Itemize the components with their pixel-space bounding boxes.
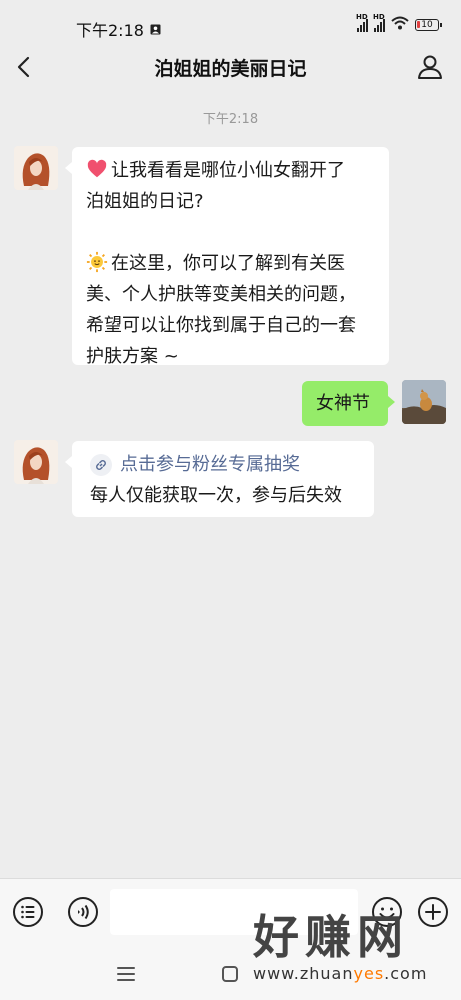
voice-icon: [68, 897, 98, 927]
message-spacer: [86, 217, 375, 248]
message-line: 每人仅能获取一次，参与后失效: [90, 485, 342, 506]
sun-icon: [86, 251, 108, 273]
input-bar: [0, 878, 461, 947]
status-time-group: 下午2:18: [76, 17, 161, 41]
wifi-icon: [391, 16, 409, 33]
emoji-icon: [372, 897, 402, 927]
more-button[interactable]: [417, 896, 449, 928]
lottery-link[interactable]: 点击参与粉丝专属抽奖: [90, 449, 360, 480]
message-text: 女神节: [316, 393, 370, 414]
recents-icon: [117, 967, 135, 981]
message-input[interactable]: [110, 889, 358, 935]
menu-button[interactable]: [12, 896, 44, 928]
status-time: 下午2:18: [76, 21, 144, 40]
recents-button[interactable]: [112, 960, 140, 988]
voice-button[interactable]: [67, 896, 99, 928]
profile-button[interactable]: [415, 52, 445, 82]
message-line: 泊姐姐的日记?: [86, 191, 204, 212]
message-line: 希望可以让你找到属于自己的一套: [86, 315, 356, 336]
message-line: 护肤方案 ~: [86, 346, 179, 367]
user-icon: [418, 55, 442, 79]
message-bubble-1[interactable]: 让我看看是哪位小仙女翻开了 泊姐姐的日记? 在这里，你可以了解到有关医 美、个人…: [65, 147, 389, 367]
notification-icon: [150, 20, 161, 39]
title-bar: 泊姐姐的美丽日记: [0, 44, 461, 90]
chat-timestamp: 下午2:18: [202, 112, 259, 127]
home-button[interactable]: [216, 960, 244, 988]
avatar[interactable]: [14, 440, 58, 484]
signal-1-icon: HD: [356, 13, 368, 32]
self-avatar[interactable]: [402, 380, 446, 424]
menu-icon: [13, 897, 43, 927]
link-text: 点击参与粉丝专属抽奖: [120, 454, 300, 475]
battery-level: 10: [421, 19, 433, 30]
status-icons: HD HD 10: [356, 13, 442, 33]
emoji-button[interactable]: [371, 896, 403, 928]
message-line: 在这里，你可以了解到有关医: [86, 248, 375, 279]
plus-icon: [418, 897, 448, 927]
heart-icon: [87, 159, 107, 178]
status-bar: 下午2:18 HD HD 10: [0, 0, 461, 50]
home-icon: [222, 966, 238, 982]
system-nav-bar: [0, 946, 461, 1000]
message-bubble-2[interactable]: 女神节: [302, 381, 395, 426]
battery-icon: 10: [415, 18, 442, 31]
message-line: 美、个人护肤等变美相关的问题，: [86, 284, 356, 305]
message-bubble-3: 点击参与粉丝专属抽奖 每人仅能获取一次，参与后失效: [65, 441, 374, 517]
avatar[interactable]: [14, 146, 58, 190]
link-icon: [90, 453, 112, 476]
message-line: 让我看看是哪位小仙女翻开了: [86, 155, 375, 186]
signal-2-icon: HD: [373, 13, 385, 32]
page-title: 泊姐姐的美丽日记: [154, 58, 307, 80]
